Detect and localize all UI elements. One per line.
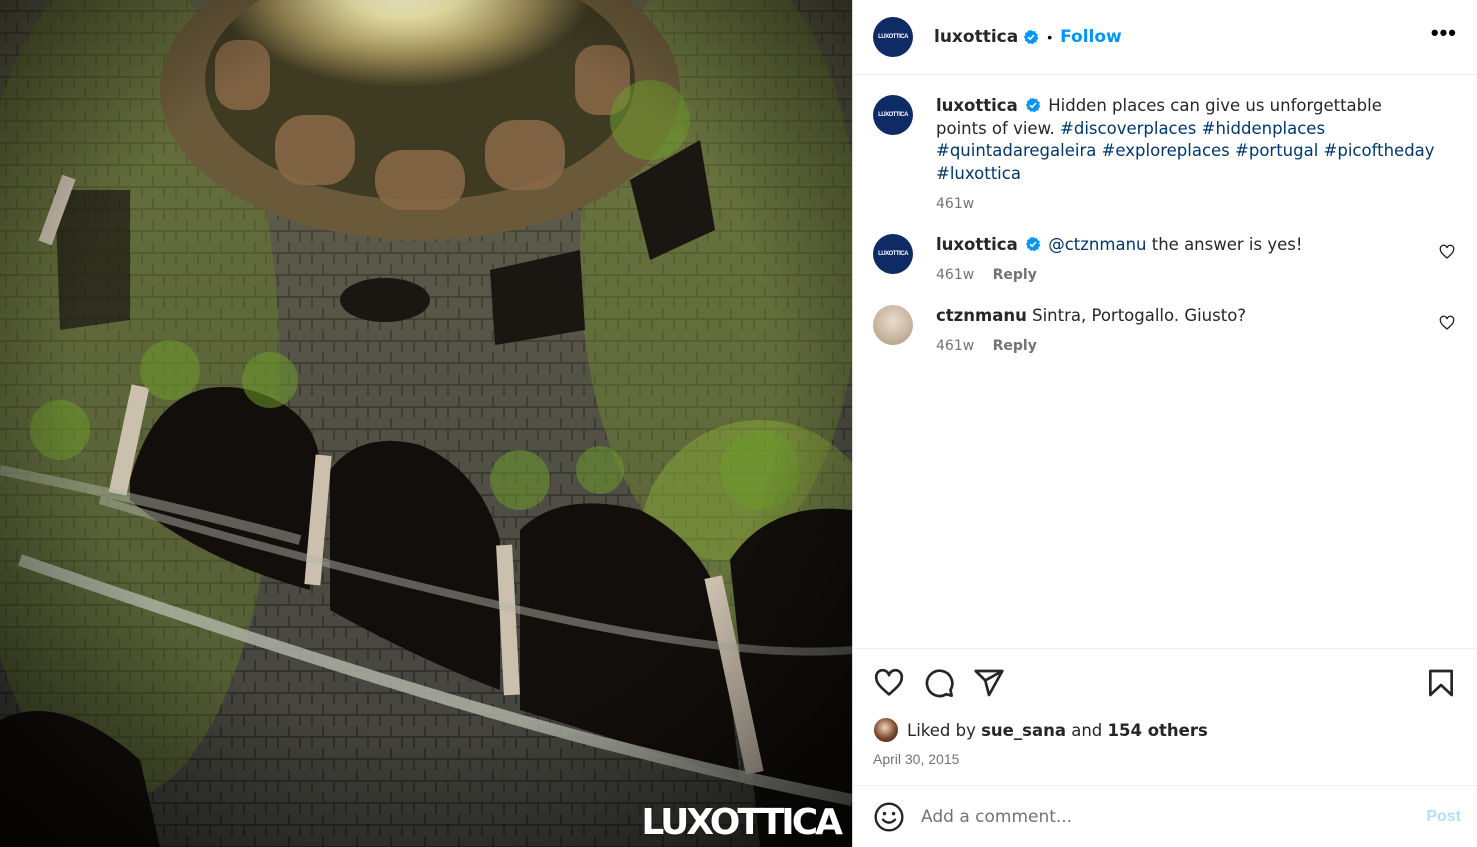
caption-username[interactable]: luxottica [936,96,1018,115]
bookmark-icon[interactable] [1425,667,1457,699]
post-side-panel: LUXOTTICA luxottica • Follow ••• LUXOTTI… [852,0,1477,847]
verified-badge-icon [1025,97,1041,113]
post-date[interactable]: April 30, 2015 [873,751,1457,767]
comment-like-heart-icon[interactable] [1439,244,1455,260]
comment-like-heart-icon[interactable] [1439,315,1455,331]
add-comment-bar: Add a comment... Post [853,785,1477,847]
verified-badge-icon [1024,29,1039,45]
comment-body: ctznmanu Sintra, Portogallo. Giusto? 461… [936,305,1436,358]
author-username[interactable]: luxottica [934,27,1018,47]
post-modal: LUXOTTICA LUXOTTICA luxottica • Follow •… [0,0,1477,847]
caption: LUXOTTICA luxottica Hidden places can gi… [873,95,1457,216]
commenter-username[interactable]: luxottica [936,235,1018,254]
commenter-username[interactable]: ctznmanu [936,306,1027,325]
likes-others-link[interactable]: 154 others [1108,721,1208,740]
liker-username[interactable]: sue_sana [981,721,1066,740]
commenter-avatar[interactable] [873,304,913,345]
comment-icon[interactable] [923,667,955,699]
comment-meta: 461w Reply [936,264,1436,287]
liker-avatar[interactable] [873,717,899,743]
post-header: LUXOTTICA luxottica • Follow ••• [853,0,1477,75]
likes-summary: Liked by sue_sana and 154 others [873,717,1457,743]
add-comment-input[interactable]: Add a comment... [921,807,1426,827]
comment-body: luxottica @ctznmanu the answer is yes! 4… [936,234,1436,287]
caption-avatar[interactable]: LUXOTTICA [873,95,913,135]
post-actions: Liked by sue_sana and 154 others April 3… [853,648,1477,785]
comment-meta: 461w Reply [936,335,1436,358]
caption-meta: 461w [936,193,1436,216]
follow-button[interactable]: Follow [1060,27,1122,47]
hashtag[interactable]: #picoftheday [1324,141,1435,160]
author-avatar[interactable]: LUXOTTICA [873,17,913,57]
well-photo-illustration [0,0,852,847]
comment-item: LUXOTTICA luxottica @ctznmanu the answer… [873,233,1457,287]
caption-body: luxottica Hidden places can give us unfo… [936,95,1436,216]
comment-text: the answer is yes! [1151,234,1303,254]
comment-item: ctznmanu Sintra, Portogallo. Giusto? 461… [873,304,1457,358]
separator-dot: • [1047,29,1053,45]
likes-joiner: and [1071,720,1103,740]
hashtag[interactable]: #exploreplaces [1102,141,1230,160]
hashtag[interactable]: #hiddenplaces [1202,119,1325,138]
post-image[interactable]: LUXOTTICA [0,0,852,847]
reply-button[interactable]: Reply [993,267,1037,283]
more-options-icon[interactable]: ••• [1431,20,1457,54]
comment-text: Sintra, Portogallo. Giusto? [1032,305,1247,325]
commenter-avatar[interactable]: LUXOTTICA [873,233,913,274]
comment-age[interactable]: 461w [936,267,974,283]
action-bar [873,665,1457,701]
likes-prefix: Liked by [907,720,976,740]
heart-icon[interactable] [873,667,905,699]
hashtag[interactable]: #portugal [1235,141,1318,160]
comments-section: LUXOTTICA luxottica Hidden places can gi… [853,75,1477,648]
post-comment-button[interactable]: Post [1426,808,1461,826]
reply-button[interactable]: Reply [993,338,1037,354]
hashtag[interactable]: #discoverplaces [1060,119,1196,138]
share-icon[interactable] [973,667,1005,699]
brand-watermark: LUXOTTICA [641,802,843,843]
comment-age[interactable]: 461w [936,338,974,354]
hashtag[interactable]: #luxottica [936,164,1021,183]
verified-badge-icon [1025,236,1041,251]
hashtag[interactable]: #quintadaregaleira [936,141,1096,160]
caption-age[interactable]: 461w [936,196,974,212]
mention-link[interactable]: @ctznmanu [1048,235,1146,254]
emoji-icon[interactable] [873,801,905,833]
